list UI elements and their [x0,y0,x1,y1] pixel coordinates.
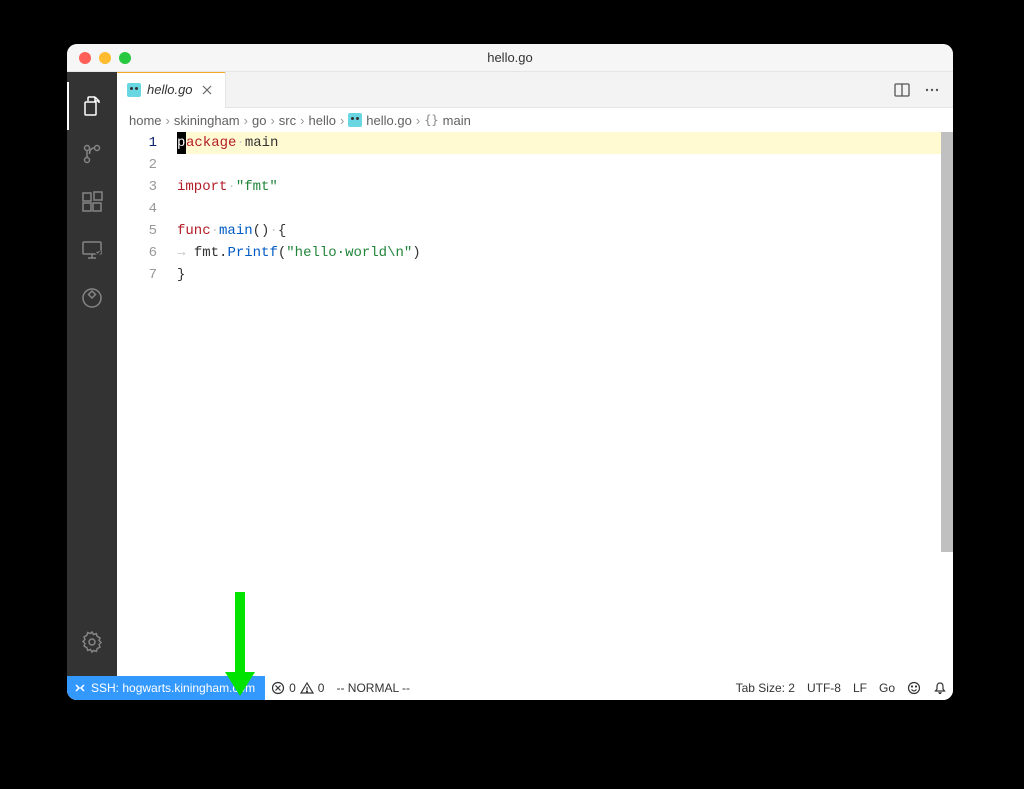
error-count: 0 [289,681,296,695]
minimize-window-button[interactable] [99,52,111,64]
crumb-src[interactable]: src [279,113,296,128]
vscode-window: hello.go [67,44,953,700]
window-title: hello.go [67,50,953,65]
line-number-gutter: 1234567 [117,132,177,676]
warning-count: 0 [318,681,325,695]
more-actions-icon[interactable] [923,81,941,99]
language-status[interactable]: Go [873,676,901,700]
editor-scrollbar[interactable] [941,132,953,552]
crumb-home[interactable]: home [129,113,162,128]
notifications-icon[interactable] [927,676,953,700]
breadcrumb[interactable]: home › skiningham › go › src › hello › h… [117,108,953,132]
crumb-file[interactable]: hello.go [348,113,412,128]
chevron-right-icon: › [270,113,274,128]
main-area: hello.go home › skin [67,72,953,676]
traffic-lights [67,52,131,64]
source-control-icon[interactable] [67,130,117,178]
tab-close-icon[interactable] [199,82,215,98]
remote-explorer-icon[interactable] [67,226,117,274]
crumb-user[interactable]: skiningham [174,113,240,128]
titlebar[interactable]: hello.go [67,44,953,72]
activity-bar [67,72,117,676]
explorer-icon[interactable] [67,82,117,130]
go-file-icon [348,113,362,127]
maximize-window-button[interactable] [119,52,131,64]
split-editor-icon[interactable] [893,81,911,99]
eol-status[interactable]: LF [847,676,873,700]
encoding-status[interactable]: UTF-8 [801,676,847,700]
feedback-icon[interactable] [901,676,927,700]
bazel-icon[interactable] [67,274,117,322]
chevron-right-icon: › [416,113,420,128]
editor-area: hello.go home › skin [117,72,953,676]
remote-status[interactable]: SSH: hogwarts.kiningham.com [67,676,265,700]
tab-hello-go[interactable]: hello.go [117,72,226,107]
chevron-right-icon: › [244,113,248,128]
vim-mode-status[interactable]: -- NORMAL -- [330,676,416,700]
code-content[interactable]: package·mainimport·"fmt"func·main()·{→ f… [177,132,953,676]
braces-icon: {} [424,113,438,127]
crumb-go[interactable]: go [252,113,266,128]
crumb-symbol[interactable]: {} main [424,113,471,128]
status-bar: SSH: hogwarts.kiningham.com 0 0 -- NORMA… [67,676,953,700]
remote-host-label: SSH: hogwarts.kiningham.com [91,681,255,695]
settings-gear-icon[interactable] [67,618,117,666]
chevron-right-icon: › [340,113,344,128]
chevron-right-icon: › [166,113,170,128]
tab-bar: hello.go [117,72,953,108]
go-file-icon [127,83,141,97]
editor-body[interactable]: 1234567 package·mainimport·"fmt"func·mai… [117,132,953,676]
problems-status[interactable]: 0 0 [265,676,330,700]
editor-actions [893,72,953,107]
close-window-button[interactable] [79,52,91,64]
chevron-right-icon: › [300,113,304,128]
extensions-icon[interactable] [67,178,117,226]
tab-label: hello.go [147,82,193,97]
crumb-hello[interactable]: hello [308,113,335,128]
tab-size-status[interactable]: Tab Size: 2 [730,676,801,700]
